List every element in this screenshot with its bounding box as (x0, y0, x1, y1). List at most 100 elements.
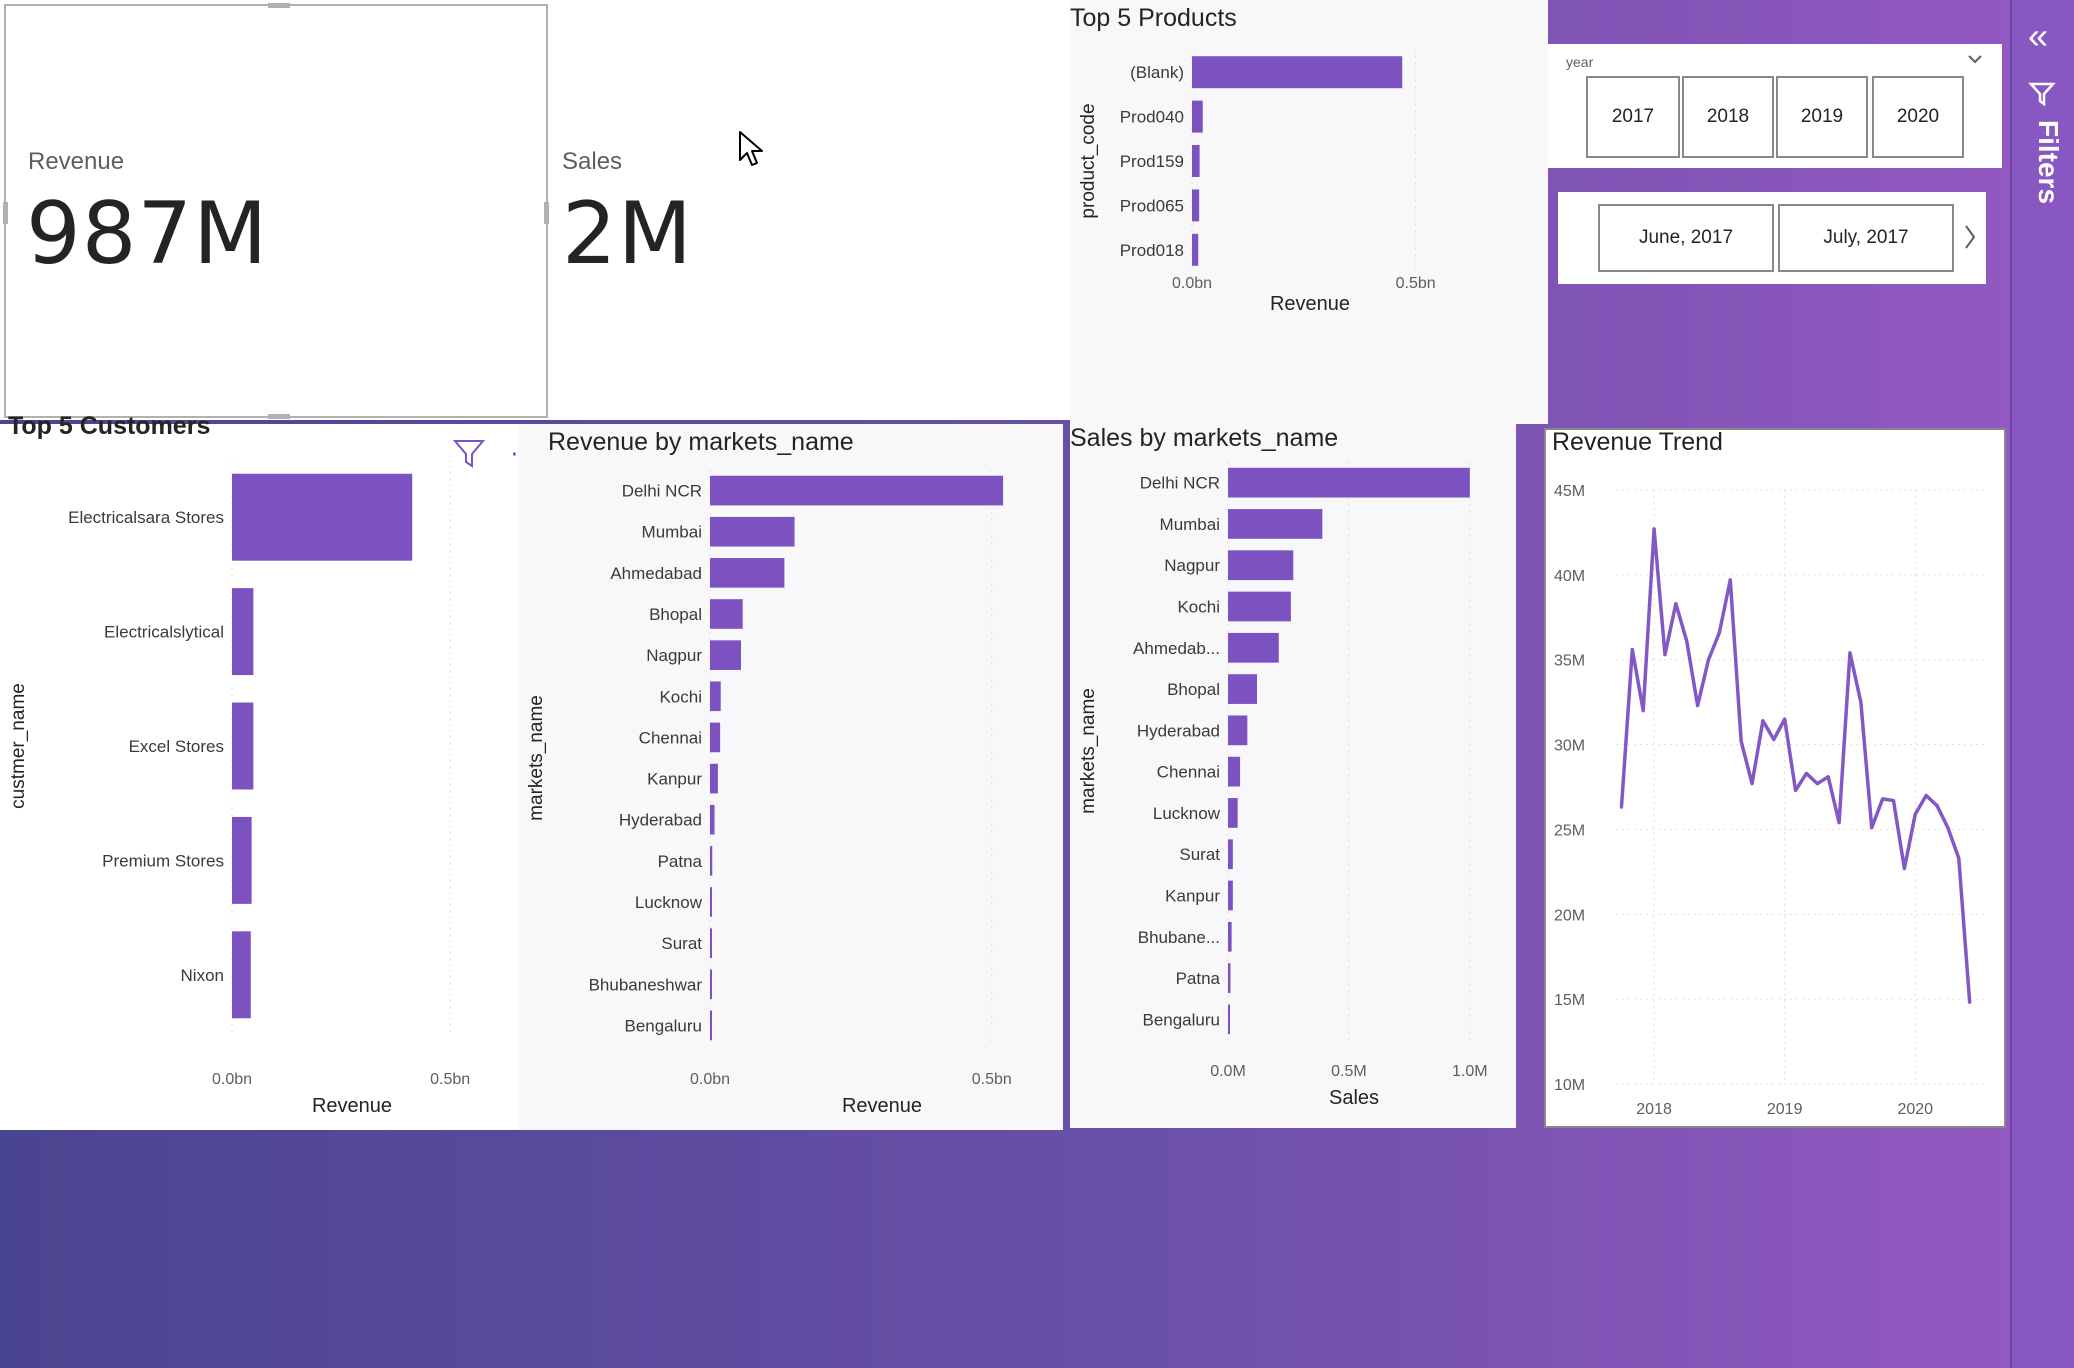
resize-handle-right[interactable] (544, 202, 549, 224)
x-tick-label: 0.5bn (972, 1071, 1012, 1088)
category-label: Bhubane... (1138, 928, 1220, 947)
filters-label[interactable]: Filters (2020, 120, 2064, 250)
revenue-trend-title: Revenue Trend (1552, 428, 1723, 456)
category-label: Bengaluru (624, 1016, 702, 1035)
year-option-2017[interactable]: 2017 (1586, 76, 1680, 158)
bar (710, 804, 715, 835)
data-point (1924, 793, 1928, 797)
data-point (1902, 866, 1906, 870)
bar (1228, 591, 1291, 622)
category-label: (Blank) (1130, 63, 1184, 82)
category-label: Premium Stores (102, 851, 224, 870)
year-option-2019[interactable]: 2019 (1776, 76, 1868, 158)
data-point (1750, 782, 1754, 786)
y-tick-label: 25M (1554, 822, 1585, 839)
month-option-july-2017[interactable]: July, 2017 (1778, 204, 1954, 272)
double-chevron-left-icon[interactable]: « (2028, 18, 2048, 54)
category-label: Excel Stores (129, 737, 224, 756)
category-label: Bhopal (649, 605, 702, 624)
y-tick-label: 35M (1554, 653, 1585, 670)
year-option-2018[interactable]: 2018 (1682, 76, 1774, 158)
y-axis-title: product_code (1078, 103, 1099, 218)
year-slicer-header: year (1566, 54, 1594, 70)
bar (1228, 756, 1241, 787)
bar (232, 816, 252, 904)
category-label: Nixon (181, 966, 224, 985)
x-tick-label: 2019 (1767, 1101, 1803, 1118)
bar (232, 588, 254, 676)
bar (710, 558, 785, 588)
bar (710, 599, 743, 629)
x-axis-title: Revenue (842, 1095, 922, 1117)
category-label: Lucknow (1153, 804, 1221, 823)
filter-funnel-icon (2028, 80, 2056, 113)
y-tick-label: 10M (1554, 1077, 1585, 1094)
category-label: Prod040 (1120, 108, 1184, 127)
y-axis-title: markets_name (1078, 688, 1099, 814)
bar (1228, 798, 1238, 828)
y-tick-label: 45M (1554, 483, 1585, 500)
top-products-title: Top 5 Products (1070, 4, 1237, 32)
bar (1192, 233, 1199, 266)
resize-handle-top[interactable] (268, 3, 290, 8)
data-point (1652, 527, 1656, 531)
category-label: Delhi NCR (1140, 474, 1220, 493)
x-axis-title: Sales (1329, 1087, 1379, 1109)
bar (710, 681, 721, 712)
category-label: Surat (1179, 845, 1220, 864)
data-point (1685, 639, 1689, 643)
revenue-trend-chart: 10M 15M 20M 25M 30M 35M 40M 45M 2018 2019 2020 (1554, 483, 1986, 1118)
year-option-2020[interactable]: 2020 (1872, 76, 1964, 158)
revenue-trend-line (1619, 527, 1972, 1003)
bar (1192, 145, 1200, 177)
bar (1192, 100, 1203, 133)
data-point (1946, 826, 1950, 830)
bar (1228, 550, 1294, 581)
x-tick-label: 0.0bn (212, 1071, 252, 1088)
data-point (1761, 719, 1765, 723)
top-customers-title: Top 5 Customers (8, 412, 211, 440)
category-label: Lucknow (635, 893, 703, 912)
resize-handle-bottom[interactable] (268, 414, 290, 419)
data-point (1707, 658, 1710, 662)
category-label: Patna (1176, 969, 1221, 988)
x-tick-label: 0.5M (1331, 1063, 1367, 1080)
bar (710, 887, 712, 917)
category-label: Kanpur (1165, 887, 1220, 906)
chevron-down-icon[interactable] (1966, 52, 1984, 66)
revenue-by-market-title: Revenue by markets_name (548, 428, 854, 456)
top-products-chart: 0.0bn 0.5bn (Blank) Prod040 Prod159 Prod065 Pr… (1078, 50, 1436, 315)
data-point (1859, 700, 1863, 704)
bar (1192, 189, 1200, 222)
category-label: Mumbai (1160, 515, 1220, 534)
data-point (1848, 651, 1852, 655)
resize-handle-left[interactable] (3, 202, 8, 224)
category-label: Prod018 (1120, 241, 1184, 260)
bar (1228, 509, 1323, 539)
month-option-june-2017[interactable]: June, 2017 (1598, 204, 1774, 272)
category-label: Electricalslytical (104, 623, 224, 642)
x-tick-label: 0.0bn (690, 1071, 730, 1088)
category-label: Nagpur (646, 646, 702, 665)
category-label: Prod159 (1120, 152, 1184, 171)
category-label: Electricalsara Stores (68, 508, 224, 527)
bar (1228, 963, 1231, 993)
category-label: Chennai (1157, 763, 1220, 782)
revenue-kpi-label: Revenue (28, 148, 125, 175)
category-label: Hyderabad (1137, 721, 1220, 740)
bar (1228, 467, 1470, 498)
mouse-cursor-icon (739, 131, 763, 166)
y-tick-label: 40M (1554, 568, 1585, 585)
data-point (1968, 1001, 1972, 1005)
x-axis-title: Revenue (312, 1095, 392, 1117)
bar (710, 928, 712, 958)
y-tick-label: 30M (1554, 738, 1585, 755)
x-tick-label: 2018 (1636, 1101, 1672, 1118)
data-point (1728, 578, 1732, 582)
data-point (1619, 805, 1623, 809)
bar (1228, 674, 1258, 704)
bar (232, 473, 413, 561)
chevron-right-icon[interactable] (1962, 222, 1978, 252)
data-point (1870, 826, 1874, 830)
category-label: Kanpur (647, 770, 702, 789)
